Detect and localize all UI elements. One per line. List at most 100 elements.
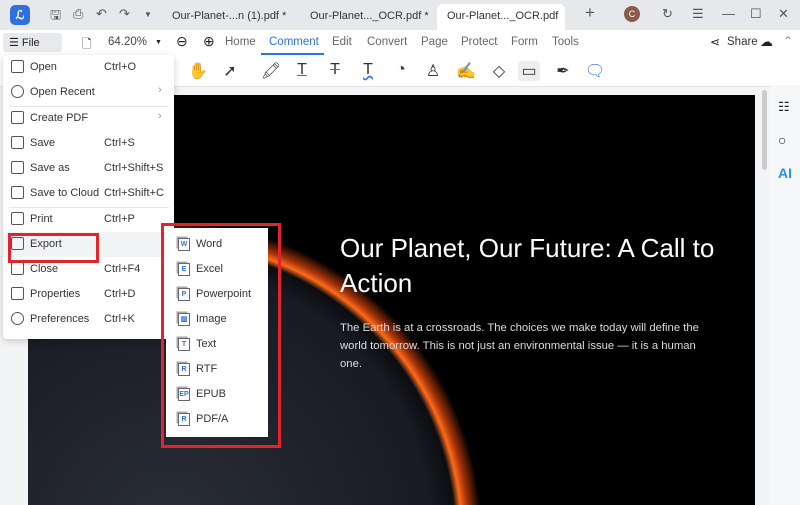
export-submenu-highlight-box (161, 223, 281, 448)
tab-convert[interactable]: Convert (367, 36, 407, 48)
menu-item-open[interactable]: Open Ctrl+O (3, 55, 174, 80)
sync-icon[interactable]: ↻ (662, 6, 673, 22)
print-icon (11, 212, 24, 225)
tab-form[interactable]: Form (511, 36, 538, 48)
redo-icon[interactable]: ↷ (119, 6, 130, 22)
chevron-right-icon: › (158, 110, 162, 122)
search-icon[interactable]: ○ (778, 132, 786, 148)
clock-icon (11, 85, 24, 98)
ai-assistant-button[interactable]: AI (778, 165, 792, 181)
avatar[interactable]: C (624, 6, 640, 22)
cloud-save-icon (11, 186, 24, 199)
new-tab-icon[interactable]: + (585, 3, 595, 23)
menu-shortcut: Ctrl+Shift+S (104, 162, 164, 174)
zoom-level[interactable]: 64.20% (108, 36, 147, 48)
menu-shortcut: Ctrl+D (104, 288, 136, 300)
zoom-in-icon[interactable]: ⊕ (203, 33, 215, 50)
menu-label: Preferences (30, 313, 90, 325)
scrollbar[interactable] (762, 90, 767, 170)
menu-item-properties[interactable]: Properties Ctrl+D (3, 282, 174, 307)
open-icon (11, 60, 24, 73)
file-menu-button[interactable]: ☰ File (3, 33, 62, 52)
tab-document-1[interactable]: Our-Planet-...n (1).pdf * (162, 4, 286, 30)
right-panel: ☷ ○ AI (770, 85, 800, 505)
maximize-icon[interactable]: ☐ (750, 6, 762, 22)
menu-shortcut: Ctrl+Shift+C (104, 187, 164, 199)
save-icon (11, 136, 24, 149)
preferences-icon (11, 312, 24, 325)
menu-item-preferences[interactable]: Preferences Ctrl+K (3, 307, 174, 332)
close-file-icon (11, 262, 24, 275)
close-window-icon[interactable]: ✕ (778, 6, 789, 22)
menu-label: Save to Cloud (30, 187, 100, 199)
tab-home[interactable]: Home (225, 36, 256, 48)
tab-edit[interactable]: Edit (332, 36, 352, 48)
app-logo-icon: ℒ (10, 5, 30, 25)
menu-item-create-pdf[interactable]: Create PDF › (3, 106, 174, 131)
menu-label: Open (30, 61, 57, 73)
save-as-icon (11, 161, 24, 174)
dropdown-icon[interactable]: ▼ (144, 10, 152, 19)
highlight-icon[interactable]: 🖍 (260, 61, 282, 81)
create-pdf-icon (11, 111, 24, 124)
menu-shortcut: Ctrl+O (104, 61, 137, 73)
share-button[interactable]: Share (727, 36, 758, 48)
menu-shortcut: Ctrl+F4 (104, 263, 141, 275)
menu-item-save[interactable]: Save Ctrl+S (3, 131, 174, 156)
zoom-dropdown-icon[interactable]: ▼ (155, 39, 162, 46)
minimize-icon[interactable]: — (722, 6, 735, 21)
share-icon[interactable]: ⋖ (710, 35, 720, 49)
cloud-upload-icon[interactable]: ☁ (760, 34, 773, 50)
comment-icon[interactable]: 🗨 (584, 61, 606, 81)
eraser-icon[interactable]: ◇ (488, 61, 510, 81)
properties-panel-icon[interactable]: ☷ (778, 99, 790, 115)
menu-item-save-to-cloud[interactable]: Save to Cloud Ctrl+Shift+C (3, 181, 174, 206)
zoom-out-icon[interactable]: ⊖ (176, 33, 188, 50)
tab-page[interactable]: Page (421, 36, 448, 48)
squiggly-icon[interactable]: T (357, 61, 379, 79)
tab-label: Our-Planet..._OCR.pdf * (310, 10, 429, 22)
rectangle-icon[interactable]: ▭ (518, 61, 540, 81)
menu-shortcut: Ctrl+K (104, 313, 135, 325)
tab-document-2[interactable]: Our-Planet..._OCR.pdf * (300, 4, 429, 30)
menu-label: Properties (30, 288, 81, 300)
underline-icon[interactable]: T (291, 61, 313, 79)
file-menu: Open Ctrl+O Open Recent › Create PDF › Save… (3, 55, 174, 339)
save-icon[interactable]: 🖫 (50, 6, 61, 28)
hamburger-icon: ☰ (9, 37, 22, 49)
undo-icon[interactable]: ↶ (96, 6, 107, 22)
hand-tool-icon[interactable]: ✋ (187, 61, 209, 81)
tab-comment[interactable]: Comment (269, 36, 319, 48)
stamp-icon[interactable]: ♙ (422, 61, 444, 81)
strikethrough-icon[interactable]: T (324, 61, 346, 79)
document-body: The Earth is at a crossroads. The choice… (340, 322, 699, 370)
print-icon[interactable]: ⎙ (73, 6, 83, 22)
menu-item-save-as[interactable]: Save as Ctrl+Shift+S (3, 156, 174, 181)
properties-icon (11, 287, 24, 300)
select-tool-icon[interactable]: ➚ (219, 61, 241, 81)
tab-tools[interactable]: Tools (552, 36, 579, 48)
menu-bar: ☰ File 🗋 64.20% ▼ ⊖ ⊕ Home Comment Edit … (0, 30, 800, 55)
menu-label: Save as (30, 162, 70, 174)
page-icon[interactable]: 🗋 (82, 35, 92, 56)
title-bar: ℒ 🖫 ⎙ ↶ ↷ ▼ Our-Planet-...n (1).pdf * Ou… (0, 0, 800, 46)
tab-document-3-active[interactable]: Our-Planet..._OCR.pdf *× (437, 4, 565, 46)
menu-shortcut: Ctrl+S (104, 137, 135, 149)
export-highlight-box (8, 233, 99, 263)
pen-icon[interactable]: ✒ (552, 61, 574, 81)
area-highlight-icon[interactable]: ✍ (455, 61, 477, 81)
menu-label: Close (30, 263, 59, 275)
collapse-icon[interactable]: ⌃ (783, 34, 793, 48)
menu-label: Create PDF (30, 112, 89, 124)
menu-icon[interactable]: ☰ (692, 6, 704, 22)
menu-item-print[interactable]: Print Ctrl+P (3, 207, 174, 232)
sticky-note-icon[interactable]: ◔ (390, 61, 412, 79)
tab-protect[interactable]: Protect (461, 36, 497, 48)
tab-label: Our-Planet-...n (1).pdf * (172, 10, 287, 22)
menu-label: Open Recent (30, 86, 95, 98)
menu-label: Print (30, 213, 53, 225)
menu-shortcut: Ctrl+P (104, 213, 135, 225)
file-label: File (21, 37, 40, 49)
menu-label: Save (30, 137, 56, 149)
menu-item-open-recent[interactable]: Open Recent › (3, 80, 174, 105)
